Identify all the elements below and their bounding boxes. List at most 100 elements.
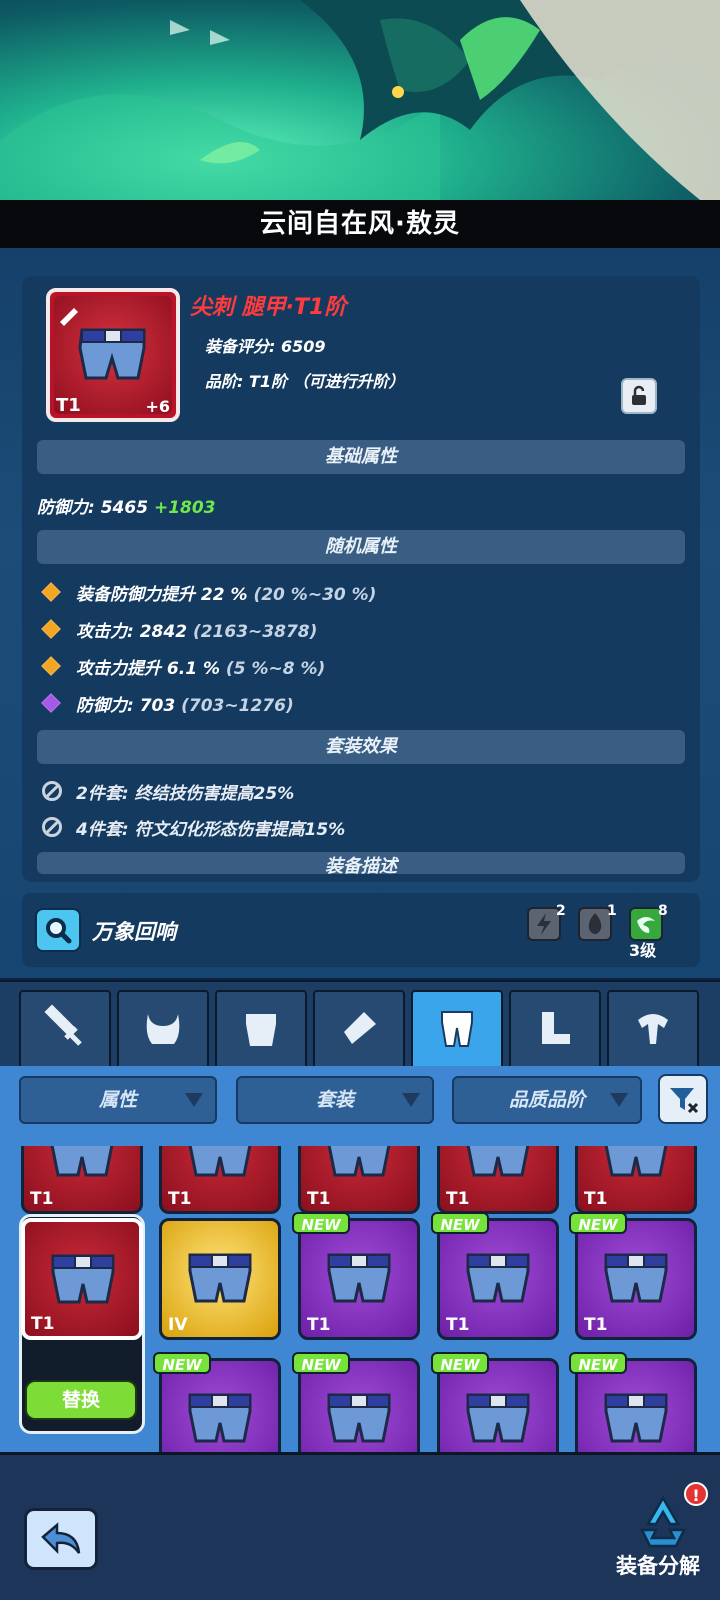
new-badge: NEW bbox=[569, 1212, 627, 1234]
clear-filter-button[interactable] bbox=[658, 1074, 708, 1124]
new-badge: NEW bbox=[292, 1352, 350, 1374]
random-attribute-line: 防御力: 703 (703~1276) bbox=[76, 691, 294, 716]
lock-toggle-button[interactable] bbox=[621, 378, 657, 414]
tab-legs[interactable] bbox=[411, 990, 503, 1066]
tab-boots[interactable] bbox=[509, 990, 601, 1066]
new-badge: NEW bbox=[431, 1352, 489, 1374]
chevron-down-icon bbox=[610, 1093, 628, 1107]
item-tier: T1 bbox=[584, 1189, 608, 1209]
tab-weapon[interactable] bbox=[19, 990, 111, 1066]
fire-rune-count: 1 bbox=[607, 903, 617, 919]
alert-badge: ! bbox=[684, 1482, 708, 1506]
bottom-bar bbox=[0, 1452, 720, 1600]
item-name: 尖刺 腿甲·T1阶 bbox=[190, 295, 347, 320]
wind-rune-count: 8 bbox=[658, 903, 668, 919]
item-tier: T1 bbox=[30, 1189, 54, 1209]
echo-label: 万象回响 bbox=[92, 920, 176, 944]
item-enhance-level: +6 bbox=[145, 397, 170, 416]
inactive-set-icon bbox=[42, 817, 62, 837]
item-tier: T1 bbox=[56, 395, 81, 416]
tab-gauntlet[interactable] bbox=[313, 990, 405, 1066]
back-arrow-icon bbox=[41, 1522, 81, 1555]
new-badge: NEW bbox=[153, 1352, 211, 1374]
item-tier: T1 bbox=[584, 1315, 608, 1335]
set-effect-2pc: 2件套: 终结技伤害提高25% bbox=[76, 784, 295, 804]
base-stat-defense: 防御力: 5465 +1803 bbox=[37, 493, 216, 518]
replace-button[interactable]: 替换 bbox=[25, 1380, 137, 1420]
set-filter-label: 套装 bbox=[315, 1089, 354, 1111]
random-attribute-range: (703~1276) bbox=[181, 696, 294, 716]
filter-clear-icon bbox=[670, 1088, 699, 1114]
item-score: 装备评分: 6509 bbox=[205, 337, 326, 356]
attribute-filter-label: 属性 bbox=[98, 1089, 137, 1111]
item-tier: T1 bbox=[446, 1315, 470, 1335]
chevron-down-icon bbox=[402, 1093, 420, 1107]
random-attribute-range: (20 %~30 %) bbox=[253, 585, 377, 605]
section-random-attributes: 随机属性 bbox=[37, 530, 685, 564]
inventory-item[interactable]: T1 bbox=[437, 1218, 559, 1340]
quality-filter-label: 品质品阶 bbox=[508, 1089, 585, 1111]
random-attribute-range: (5 %~8 %) bbox=[225, 659, 326, 679]
tab-helmet[interactable] bbox=[117, 990, 209, 1066]
random-attribute-range: (2163~3878) bbox=[192, 622, 318, 642]
item-tier: T1 bbox=[307, 1315, 331, 1335]
section-description: 装备描述 bbox=[37, 852, 685, 874]
new-badge: NEW bbox=[569, 1352, 627, 1374]
accessory-icon bbox=[638, 1014, 668, 1044]
gauntlet-icon bbox=[344, 1012, 376, 1044]
hero-title: 云间自在风·敖灵 bbox=[0, 200, 720, 248]
search-icon bbox=[46, 918, 72, 944]
item-tier: T1 bbox=[446, 1189, 470, 1209]
random-attribute-text: 防御力: 703 bbox=[76, 696, 176, 716]
equipment-screen: { "hero": { "title": "云间自在风·敖灵" }, "item… bbox=[0, 0, 720, 1600]
random-attribute-text: 攻击力: 2842 bbox=[76, 622, 188, 642]
tab-armor[interactable] bbox=[215, 990, 307, 1066]
helmet-icon bbox=[146, 1014, 180, 1044]
chevron-down-icon bbox=[185, 1093, 203, 1107]
recycle-icon[interactable] bbox=[632, 1494, 694, 1552]
inventory-item[interactable]: T1 bbox=[575, 1146, 697, 1214]
boots-icon bbox=[542, 1012, 570, 1044]
section-set-effects: 套装效果 bbox=[37, 730, 685, 764]
inventory-item[interactable]: T1 bbox=[298, 1218, 420, 1340]
chest-armor-icon bbox=[246, 1014, 276, 1046]
random-attribute-line: 攻击力: 2842 (2163~3878) bbox=[76, 617, 317, 642]
quality-filter-dropdown[interactable]: 品质品阶 bbox=[452, 1076, 642, 1124]
inactive-set-icon bbox=[42, 781, 62, 801]
section-base-attributes: 基础属性 bbox=[37, 440, 685, 474]
attribute-filter-dropdown[interactable]: 属性 bbox=[19, 1076, 217, 1124]
set-filter-dropdown[interactable]: 套装 bbox=[236, 1076, 434, 1124]
item-tier: IV bbox=[168, 1315, 188, 1335]
inventory-item[interactable]: T1 bbox=[159, 1146, 281, 1214]
random-attribute-text: 装备防御力提升 22 % bbox=[76, 585, 248, 605]
random-attribute-line: 攻击力提升 6.1 % (5 %~8 %) bbox=[76, 654, 325, 679]
sword-icon bbox=[44, 1004, 82, 1046]
set-effect-4pc: 4件套: 符文幻化形态伤害提高15% bbox=[76, 820, 346, 840]
unlock-icon bbox=[632, 385, 646, 405]
inventory-item[interactable]: IV bbox=[159, 1218, 281, 1340]
base-stat-bonus: +1803 bbox=[153, 498, 216, 518]
back-button[interactable] bbox=[24, 1508, 98, 1570]
new-badge: NEW bbox=[431, 1212, 489, 1234]
hero-banner-art bbox=[0, 0, 720, 200]
inventory-item[interactable]: T1 bbox=[298, 1146, 420, 1214]
item-grade: 品阶: T1阶 （可进行升阶） bbox=[205, 372, 405, 391]
base-stat-value: 防御力: 5465 bbox=[37, 498, 149, 518]
lightning-rune-count: 2 bbox=[556, 903, 566, 919]
random-attribute-text: 攻击力提升 6.1 % bbox=[76, 659, 220, 679]
wind-rune-level: 3级 bbox=[629, 941, 657, 960]
inventory-item[interactable]: T1 bbox=[575, 1218, 697, 1340]
inventory-item[interactable]: T1 bbox=[437, 1146, 559, 1214]
decompose-label[interactable]: 装备分解 bbox=[616, 1550, 700, 1580]
tab-accessory[interactable] bbox=[607, 990, 699, 1066]
echo-search-button[interactable] bbox=[35, 908, 81, 952]
inventory-item[interactable]: T1 bbox=[21, 1146, 143, 1214]
item-tier: T1 bbox=[307, 1189, 331, 1209]
item-tier: T1 bbox=[168, 1189, 192, 1209]
leg-armor-icon bbox=[441, 1011, 473, 1047]
item-icon-leg-armor: T1 +6 bbox=[46, 288, 180, 422]
new-badge: NEW bbox=[292, 1212, 350, 1234]
item-tier: T1 bbox=[31, 1314, 55, 1334]
inventory-item[interactable]: T1 bbox=[21, 1218, 143, 1340]
random-attribute-line: 装备防御力提升 22 % (20 %~30 %) bbox=[76, 580, 376, 605]
